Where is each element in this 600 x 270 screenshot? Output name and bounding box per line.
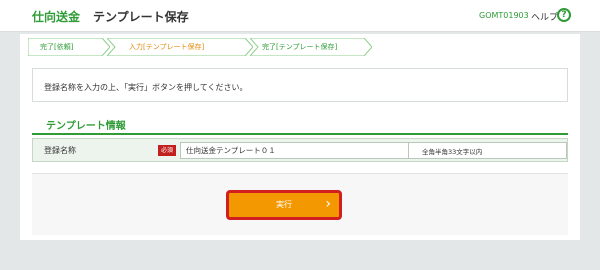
step-label: 入力[テンプレート保存] [129,43,205,51]
step-input-template: 入力[テンプレート保存] [107,38,253,56]
execute-button[interactable]: 実行 › [226,190,342,220]
section-title: テンプレート情報 [46,121,126,132]
page-title: テンプレート保存 [93,10,189,24]
section-divider [32,133,568,135]
template-name-input[interactable] [180,142,410,159]
step-label: 完了[テンプレート保存] [262,43,338,51]
step-complete-template: 完了[テンプレート保存] [250,38,372,56]
progress-steps: 完了[依頼] 入力[テンプレート保存] 完了[テンプレート保存] [20,34,580,64]
input-hint: 全角半角33文字以内 [422,148,483,156]
step-complete-request: 完了[依頼] [28,38,110,56]
step-label: 完了[依頼] [40,43,74,51]
screen-id: GOMT01903 [479,11,529,20]
help-link[interactable]: ヘルプ [531,10,558,23]
help-icon[interactable]: ? [557,8,571,22]
template-name-row: 登録名称 必須 全角半角33文字以内 [32,138,568,162]
required-badge: 必須 [158,145,176,156]
chevron-right-icon: › [325,196,331,212]
instruction-text: 登録名称を入力の上、「実行」ボタンを押してください。 [44,83,248,92]
instruction-box: 登録名称を入力の上、「実行」ボタンを押してください。 [32,68,568,102]
execute-label: 実行 [276,200,292,209]
app-header: 仕向送金 テンプレート保存 GOMT01903 ヘルプ ? [0,0,600,32]
service-name: 仕向送金 [32,10,81,24]
field-label: 登録名称 [44,146,76,155]
